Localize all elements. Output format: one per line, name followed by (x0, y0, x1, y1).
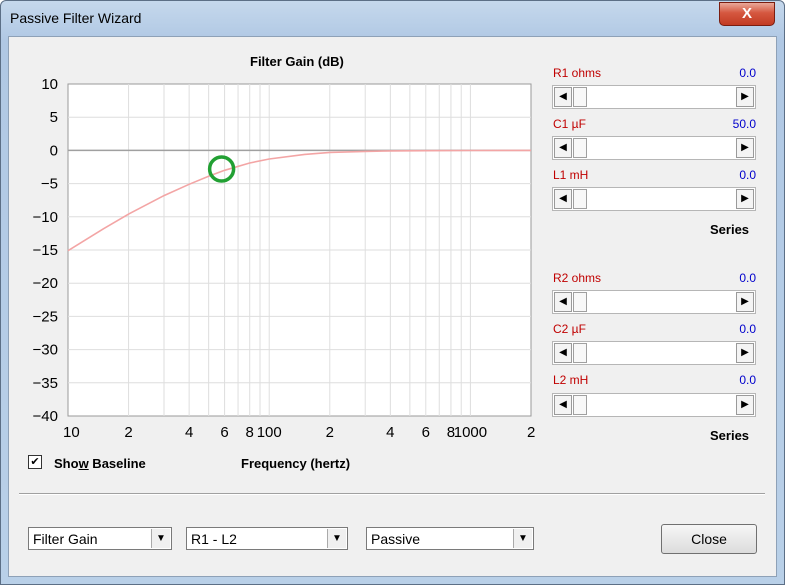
label-pre: Sho (54, 456, 79, 471)
c1-slider[interactable]: ◀ ▶ (552, 136, 756, 160)
show-baseline-label[interactable]: Show Baseline (54, 456, 146, 471)
x-tick-label: 1000 (454, 424, 487, 441)
x-tick-label: 6 (422, 424, 430, 441)
scroll-left-icon[interactable]: ◀ (554, 138, 572, 158)
component-select[interactable]: R1 - L2 ▼ (186, 527, 348, 550)
r2-slider[interactable]: ◀ ▶ (552, 290, 756, 314)
y-tick-label: −35 (33, 375, 58, 392)
y-tick-label: −20 (33, 275, 58, 292)
y-tick-label: 0 (50, 142, 58, 159)
label-accelerator: w (78, 456, 89, 471)
c2-slider[interactable]: ◀ ▶ (552, 341, 756, 365)
x-tick-label: 2 (326, 424, 334, 441)
r2-label: R2 ohms (553, 271, 602, 285)
l1-slider[interactable]: ◀ ▶ (552, 187, 756, 211)
show-baseline-checkbox[interactable]: ✔ (28, 455, 42, 469)
l2-slider[interactable]: ◀ ▶ (552, 393, 756, 417)
label-post: Baseline (88, 456, 146, 471)
x-tick-label: 100 (257, 424, 282, 441)
l1-value: 0.0 (739, 168, 756, 182)
r1-label: R1 ohms (553, 66, 602, 80)
scroll-right-icon[interactable]: ▶ (736, 87, 754, 107)
x-tick-label: 2 (124, 424, 132, 441)
x-tick-label: 6 (220, 424, 228, 441)
x-tick-label: 4 (386, 424, 394, 441)
c1-value: 50.0 (732, 117, 756, 131)
y-tick-label: −15 (33, 242, 58, 259)
display-mode-select[interactable]: Filter Gain ▼ (28, 527, 172, 550)
y-tick-label: −5 (41, 176, 58, 193)
slider-thumb[interactable] (573, 87, 587, 107)
l2-label: L2 mH (553, 373, 589, 387)
y-tick-label: −10 (33, 209, 58, 226)
y-tick-label: 10 (41, 76, 58, 93)
slider-thumb[interactable] (573, 189, 587, 209)
filter-type-value: Passive (371, 531, 421, 547)
x-tick-label: 8 (246, 424, 254, 441)
scroll-left-icon[interactable]: ◀ (554, 87, 572, 107)
chevron-down-icon[interactable]: ▼ (151, 529, 170, 548)
r1-value: 0.0 (739, 66, 756, 80)
chevron-down-icon[interactable]: ▼ (513, 529, 532, 548)
c1-label: C1 µF (553, 117, 586, 131)
x-tick-label: 4 (185, 424, 193, 441)
r1-slider[interactable]: ◀ ▶ (552, 85, 756, 109)
y-tick-label: −30 (33, 342, 58, 359)
slider-thumb[interactable] (573, 292, 587, 312)
c2-value: 0.0 (739, 322, 756, 336)
filter-type-select[interactable]: Passive ▼ (366, 527, 534, 550)
component-value: R1 - L2 (191, 531, 237, 547)
scroll-left-icon[interactable]: ◀ (554, 343, 572, 363)
l1-label: L1 mH (553, 168, 589, 182)
chevron-down-icon[interactable]: ▼ (327, 529, 346, 548)
x-axis-label: Frequency (hertz) (241, 456, 351, 471)
x-tick-label: 10 (63, 424, 80, 441)
y-tick-label: −25 (33, 308, 58, 325)
c2-label: C2 µF (553, 322, 586, 336)
scroll-right-icon[interactable]: ▶ (736, 292, 754, 312)
scroll-right-icon[interactable]: ▶ (736, 138, 754, 158)
l2-value: 0.0 (739, 373, 756, 387)
slider-thumb[interactable] (573, 343, 587, 363)
scroll-left-icon[interactable]: ◀ (554, 189, 572, 209)
series1-caption: Series (710, 222, 750, 237)
scroll-right-icon[interactable]: ▶ (736, 395, 754, 415)
y-tick-label: 5 (50, 109, 58, 126)
scroll-left-icon[interactable]: ◀ (554, 395, 572, 415)
slider-thumb[interactable] (573, 138, 587, 158)
scroll-left-icon[interactable]: ◀ (554, 292, 572, 312)
scroll-right-icon[interactable]: ▶ (736, 343, 754, 363)
display-mode-value: Filter Gain (33, 531, 98, 547)
y-tick-label: −40 (33, 408, 58, 425)
close-button[interactable]: Close (661, 524, 757, 554)
r2-value: 0.0 (739, 271, 756, 285)
scroll-right-icon[interactable]: ▶ (736, 189, 754, 209)
x-tick-label: 2 (527, 424, 535, 441)
series2-caption: Series (710, 428, 750, 443)
separator (19, 493, 765, 495)
slider-thumb[interactable] (573, 395, 587, 415)
